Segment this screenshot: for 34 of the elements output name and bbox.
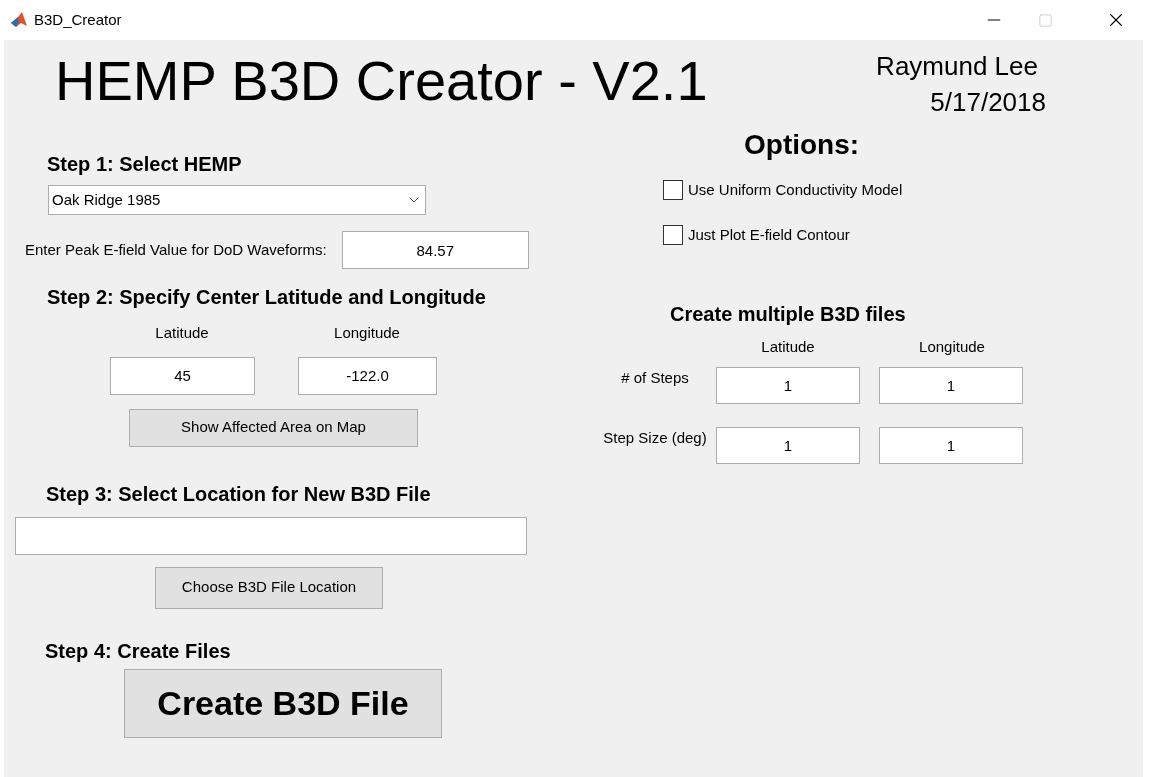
- app-title: HEMP B3D Creator - V2.1: [55, 48, 708, 114]
- row-label: # of Steps: [620, 367, 690, 388]
- row-label: Step Size (deg): [602, 427, 708, 448]
- longitude-field[interactable]: -122.0: [298, 356, 437, 395]
- file-path-field[interactable]: [15, 516, 527, 555]
- column-label: Latitude: [760, 337, 816, 357]
- push-button[interactable]: Choose B3D File Location: [155, 566, 383, 609]
- step-heading: Step 4: Create Files: [45, 638, 232, 663]
- step-field[interactable]: 1: [716, 426, 860, 464]
- step-heading: Step 3: Select Location for New B3D File: [46, 481, 432, 506]
- checkbox[interactable]: [663, 224, 683, 245]
- peak-field[interactable]: 84.57: [341, 231, 529, 269]
- push-button[interactable]: Show Affected Area on Map: [129, 408, 418, 447]
- hemp-dropdown[interactable]: Oak Ridge 1985: [48, 185, 426, 215]
- column-label: Longitude: [918, 337, 986, 357]
- push-button[interactable]: Create B3D File: [124, 668, 442, 738]
- step-field[interactable]: 1: [879, 366, 1023, 404]
- step-heading: Step 1: Select HEMP: [47, 152, 243, 176]
- app-logo-icon: [10, 11, 28, 29]
- step-heading: Step 2: Specify Center Latitude and Longitude: [47, 285, 487, 309]
- checkbox-label: Use Uniform Conductivity Model: [688, 180, 903, 200]
- date-text: 5/17/2018: [930, 86, 1046, 118]
- step-field[interactable]: 1: [716, 366, 860, 404]
- window-title: B3D_Creator: [34, 9, 122, 30]
- column-label: Latitude: [154, 323, 210, 343]
- checkbox-label: Just Plot E-field Contour: [688, 224, 850, 245]
- column-label: Longitude: [333, 323, 401, 343]
- section-heading: Options:: [744, 128, 861, 162]
- checkbox[interactable]: [663, 180, 683, 201]
- step-field[interactable]: 1: [879, 426, 1023, 464]
- author-name: Raymund Lee: [876, 50, 1038, 82]
- field-label: Enter Peak E-field Value for DoD Waveforms:: [25, 239, 327, 260]
- section-heading: Create multiple B3D files: [670, 302, 907, 326]
- latitude-field[interactable]: 45: [110, 356, 255, 395]
